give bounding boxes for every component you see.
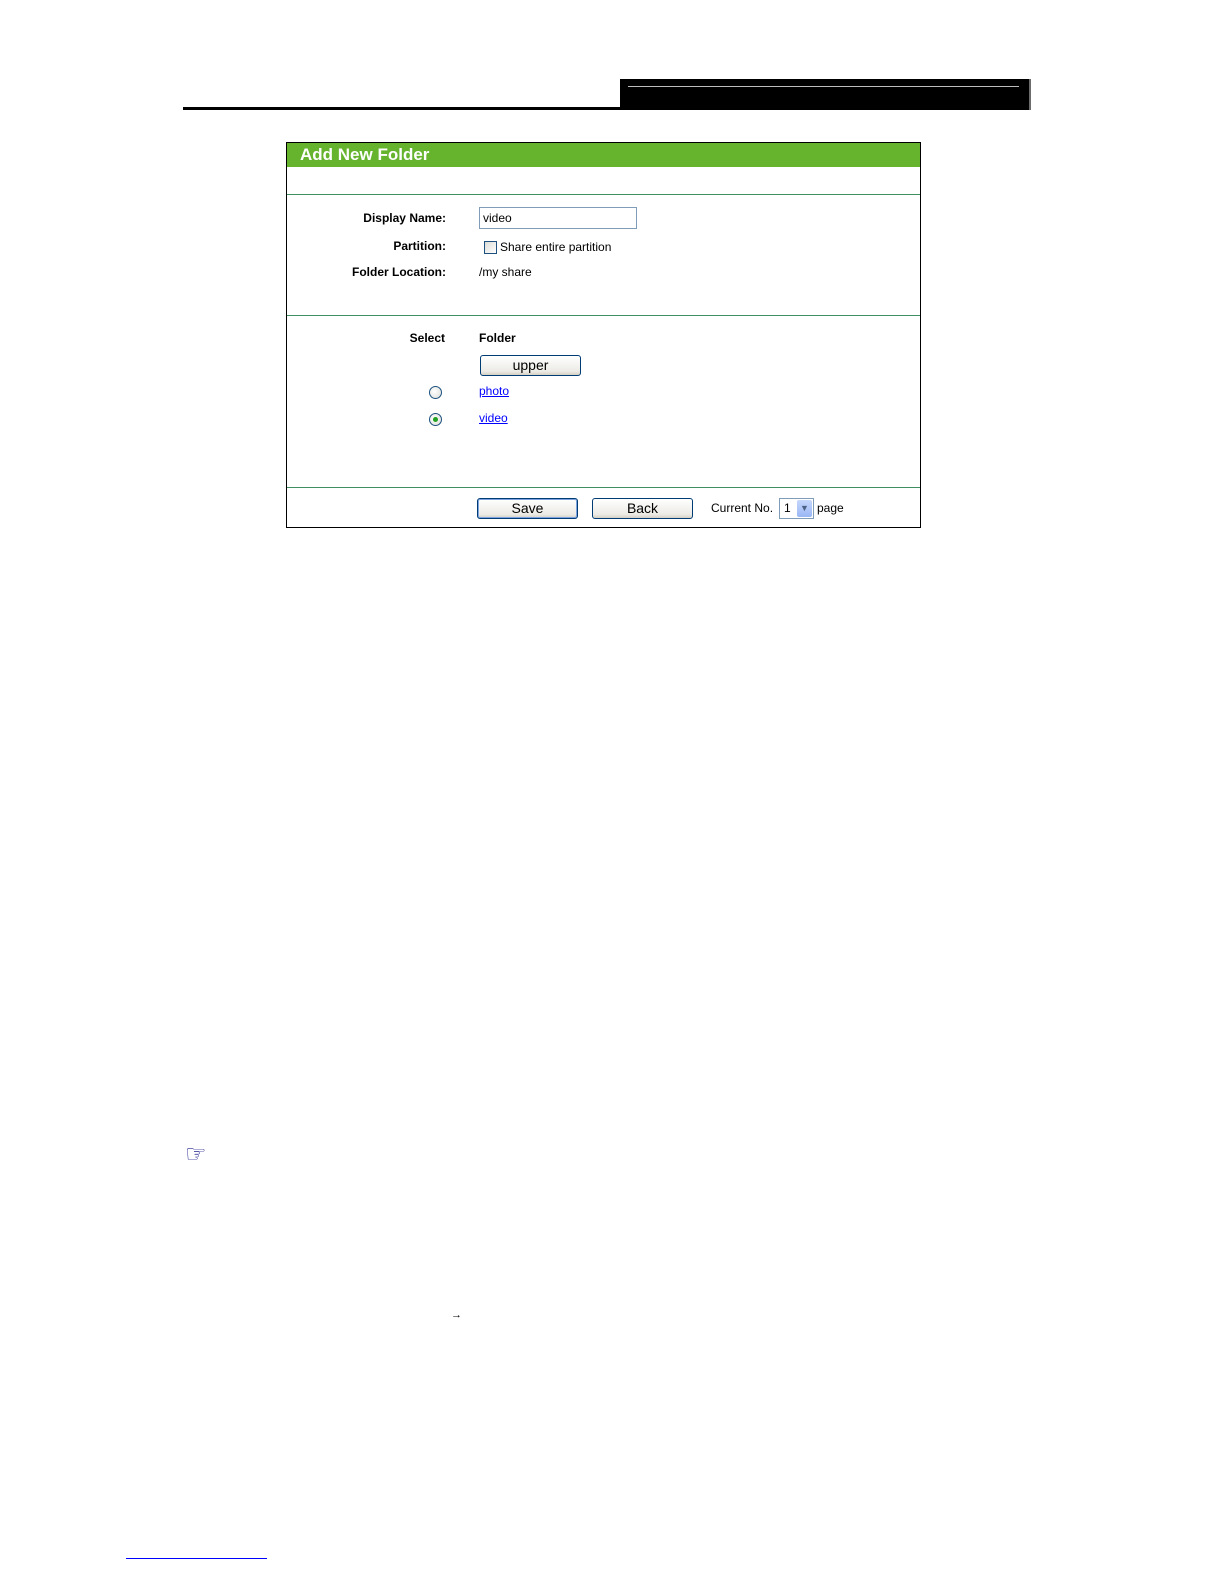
divider-bottom [287,487,920,488]
panel-title: Add New Folder [287,143,920,167]
select-column-header: Select [409,331,445,345]
current-no-label: Current No. [711,501,774,515]
radio-selected-dot [433,417,438,422]
page-label: page [817,501,844,515]
pointing-hand-icon: ☞ [185,1141,207,1168]
page-select[interactable]: 1 ▼ [779,498,814,519]
arrow-right-icon: → [451,1309,462,1321]
save-button[interactable]: Save [477,498,578,519]
page-select-value: 1 [784,501,791,515]
display-name-input[interactable]: video [479,207,637,229]
divider-middle [287,315,920,316]
share-entire-partition-label: Share entire partition [500,240,612,254]
document-header-bar [620,79,1031,110]
folder-radio-photo[interactable] [429,386,442,399]
divider-top [287,194,920,195]
add-new-folder-panel: Add New Folder Display Name: video Parti… [286,142,921,528]
display-name-label: Display Name: [363,211,446,225]
folder-location-label: Folder Location: [352,265,446,279]
footnote-separator [126,1558,267,1559]
folder-location-value: /my share [479,265,532,279]
folder-radio-video[interactable] [429,413,442,426]
document-header-inner-line [628,86,1019,87]
folder-column-header: Folder [479,331,516,345]
document-header-rule [183,107,620,110]
partition-label: Partition: [393,239,446,253]
folder-link-video[interactable]: video [479,411,508,425]
share-entire-partition-checkbox[interactable] [484,241,497,254]
back-button[interactable]: Back [592,498,693,519]
chevron-down-icon[interactable]: ▼ [797,500,812,517]
upper-button[interactable]: upper [480,355,581,376]
document-header-edge [1029,79,1031,110]
folder-link-photo[interactable]: photo [479,384,509,398]
